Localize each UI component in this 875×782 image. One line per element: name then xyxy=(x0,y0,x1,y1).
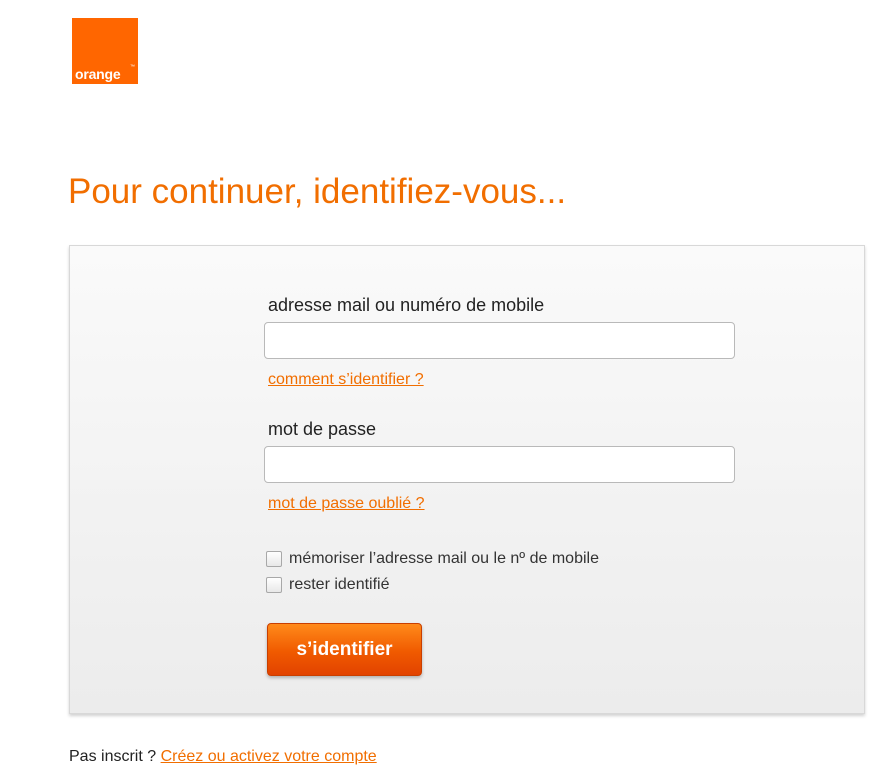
remember-login-label: mémoriser l’adresse mail ou le nº de mob… xyxy=(289,550,599,567)
login-input[interactable] xyxy=(264,322,735,359)
how-to-identify-link[interactable]: comment s’identifier ? xyxy=(268,371,424,389)
page-title: Pour continuer, identifiez-vous... xyxy=(68,172,567,211)
remember-login-checkbox[interactable] xyxy=(266,551,282,567)
footer-signup: Pas inscrit ? Créez ou activez votre com… xyxy=(69,748,377,766)
password-label: mot de passe xyxy=(268,419,377,439)
login-form-panel: adresse mail ou numéro de mobile comment… xyxy=(69,245,865,714)
login-submit-button[interactable]: s’identifier xyxy=(267,623,422,676)
password-input[interactable] xyxy=(264,446,735,483)
not-registered-text: Pas inscrit ? xyxy=(69,748,161,765)
logo-text: orange xyxy=(75,66,121,82)
stay-logged-in-label: rester identifié xyxy=(289,576,390,593)
orange-logo[interactable]: orange ™ xyxy=(72,18,138,84)
stay-logged-in-checkbox[interactable] xyxy=(266,577,282,593)
stay-logged-in-row[interactable]: rester identifié xyxy=(266,576,390,594)
remember-login-row[interactable]: mémoriser l’adresse mail ou le nº de mob… xyxy=(266,550,599,568)
login-label: adresse mail ou numéro de mobile xyxy=(268,295,545,315)
create-account-link[interactable]: Créez ou activez votre compte xyxy=(161,748,377,765)
forgot-password-link[interactable]: mot de passe oublié ? xyxy=(268,495,425,513)
login-page: orange ™ Pour continuer, identifiez-vous… xyxy=(0,0,875,782)
logo-trademark: ™ xyxy=(130,64,135,70)
